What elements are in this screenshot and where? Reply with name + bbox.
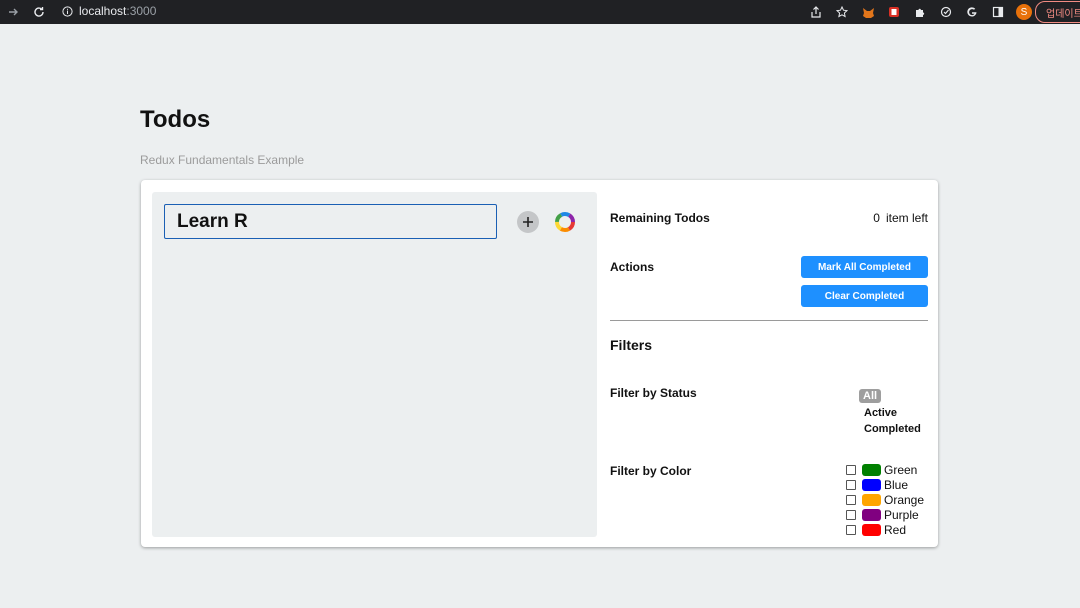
remaining-count-suffix: item left xyxy=(885,211,928,225)
plus-icon xyxy=(523,217,533,227)
filter-by-color-label: Filter by Color xyxy=(610,464,692,478)
extensions-puzzle-icon[interactable] xyxy=(911,3,929,21)
actions-label: Actions xyxy=(610,260,655,274)
share-icon[interactable] xyxy=(807,3,825,21)
color-label: Blue xyxy=(884,477,909,492)
loading-spinner-icon xyxy=(555,212,575,232)
divider xyxy=(610,320,928,321)
color-swatch xyxy=(862,508,881,521)
page-title: Todos xyxy=(140,106,211,133)
site-info-icon[interactable] xyxy=(62,5,73,17)
color-checkbox[interactable] xyxy=(846,464,856,475)
profile-avatar[interactable]: S xyxy=(1015,3,1033,21)
color-swatch xyxy=(862,463,881,476)
google-extension-icon[interactable] xyxy=(963,3,981,21)
color-filter-green[interactable]: Green xyxy=(846,462,924,477)
add-todo-button[interactable] xyxy=(517,211,539,233)
status-filter-all[interactable]: All xyxy=(859,389,882,403)
new-todo-input[interactable] xyxy=(164,204,497,239)
color-label: Green xyxy=(884,462,918,477)
extension-badge-icon[interactable] xyxy=(885,3,903,21)
color-filter-purple[interactable]: Purple xyxy=(846,507,924,522)
color-label: Purple xyxy=(884,507,919,522)
side-panel-icon[interactable] xyxy=(989,3,1007,21)
color-swatch xyxy=(862,523,881,536)
color-checkbox[interactable] xyxy=(846,494,856,505)
page-subtitle: Redux Fundamentals Example xyxy=(140,153,305,167)
color-filter-orange[interactable]: Orange xyxy=(846,492,924,507)
address-bar[interactable]: localhost:3000 xyxy=(54,1,854,21)
url-host: localhost xyxy=(79,4,127,18)
color-swatch xyxy=(862,478,881,491)
footer-panel: Remaining Todos 0 item left Actions Mark … xyxy=(610,180,928,547)
color-filter-list: Green Blue Orange Purple Red xyxy=(846,462,924,537)
reload-icon[interactable] xyxy=(30,3,48,21)
remaining-count: 0 item left xyxy=(873,211,928,225)
color-swatch xyxy=(862,493,881,506)
todo-list-panel xyxy=(152,192,597,537)
update-button[interactable]: 업데이트 xyxy=(1035,1,1080,23)
remaining-count-value: 0 xyxy=(873,211,880,225)
toolbar-actions: S xyxy=(803,3,1037,21)
status-filter-list: All Active Completed xyxy=(859,386,921,437)
filter-by-status-label: Filter by Status xyxy=(610,386,697,400)
clear-completed-button[interactable]: Clear Completed xyxy=(801,285,928,307)
color-checkbox[interactable] xyxy=(846,479,856,490)
todo-app-card: Remaining Todos 0 item left Actions Mark … xyxy=(141,180,938,547)
color-filter-red[interactable]: Red xyxy=(846,522,924,537)
sync-extension-icon[interactable] xyxy=(937,3,955,21)
color-label: Orange xyxy=(884,492,925,507)
status-filter-active[interactable]: Active xyxy=(859,405,921,421)
filters-heading: Filters xyxy=(610,337,653,353)
remaining-todos-label: Remaining Todos xyxy=(610,211,710,225)
color-checkbox[interactable] xyxy=(846,524,856,535)
color-checkbox[interactable] xyxy=(846,509,856,520)
color-label: Red xyxy=(884,522,907,537)
metamask-extension-icon[interactable] xyxy=(859,3,877,21)
profile-initial: S xyxy=(1016,4,1032,20)
color-filter-blue[interactable]: Blue xyxy=(846,477,924,492)
browser-toolbar: localhost:3000 S 업데이트 xyxy=(0,0,1080,24)
bookmark-star-icon[interactable] xyxy=(833,3,851,21)
mark-all-completed-button[interactable]: Mark All Completed xyxy=(801,256,928,278)
url-port: :3000 xyxy=(126,4,157,18)
forward-icon[interactable] xyxy=(4,3,22,21)
status-filter-completed[interactable]: Completed xyxy=(859,421,921,437)
